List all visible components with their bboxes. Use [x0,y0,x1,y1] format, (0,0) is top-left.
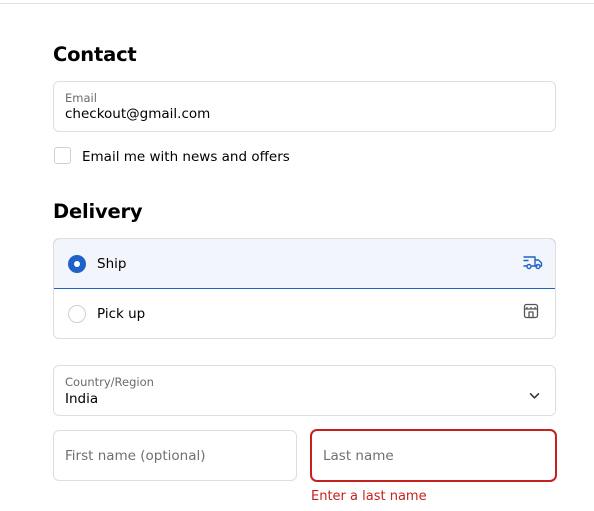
delivery-option-pickup[interactable]: Pick up [54,289,555,338]
top-divider [0,3,594,4]
first-name-field[interactable]: First name (optional) [53,430,297,481]
news-checkbox[interactable] [54,147,71,164]
contact-heading: Contact [53,43,137,66]
pickup-radio[interactable] [68,305,86,323]
last-name-placeholder: Last name [323,448,394,464]
last-name-field[interactable]: Last name [310,429,557,482]
email-value[interactable]: checkout@gmail.com [65,106,210,122]
pickup-label: Pick up [97,306,146,322]
delivery-heading: Delivery [53,200,143,223]
store-icon [523,303,539,323]
chevron-down-icon [529,385,540,404]
first-name-placeholder: First name (optional) [65,448,206,464]
delivery-options: Ship Pick up [53,238,556,339]
country-select[interactable]: Country/Region India [53,365,556,416]
email-label: Email [65,91,97,105]
ship-radio[interactable] [68,255,86,273]
truck-icon [523,253,543,275]
ship-label: Ship [97,256,127,272]
news-checkbox-label[interactable]: Email me with news and offers [82,149,290,165]
country-value: India [65,391,99,407]
country-label: Country/Region [65,375,154,389]
delivery-option-ship[interactable]: Ship [54,239,555,289]
email-field[interactable]: Email checkout@gmail.com [53,81,556,132]
last-name-error: Enter a last name [311,489,427,504]
